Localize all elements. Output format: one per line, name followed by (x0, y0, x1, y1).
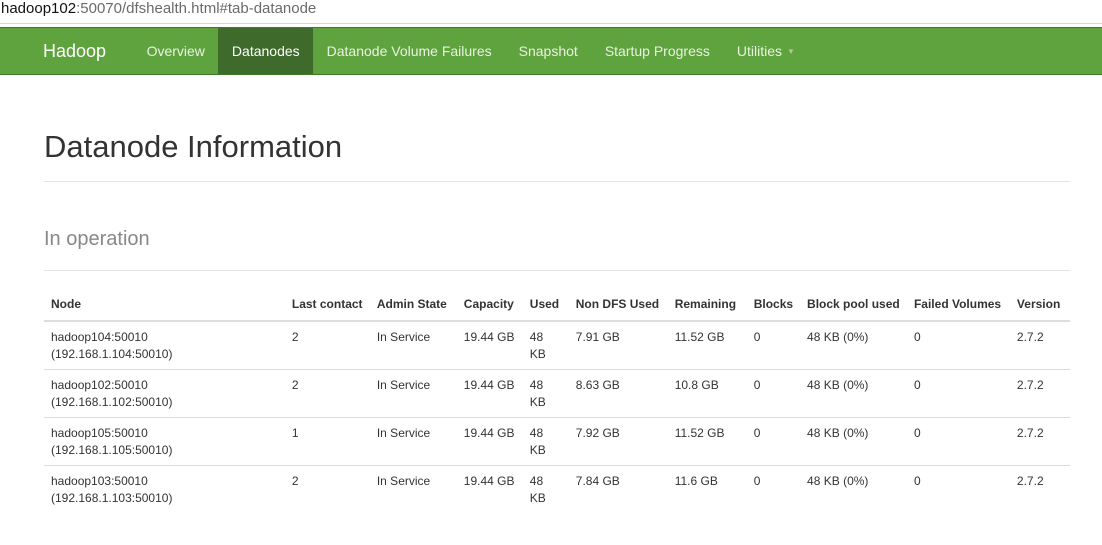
col-header-capacity: Capacity (456, 293, 523, 322)
cell-node: hadoop102:50010 (192.168.1.102:50010) (44, 369, 285, 418)
cell-admin-state: In Service (369, 465, 457, 513)
cell-blocks: 0 (746, 369, 801, 418)
table-row: hadoop104:50010 (192.168.1.104:50010) 2 I… (44, 321, 1070, 370)
cell-remaining: 11.52 GB (674, 330, 725, 344)
top-navbar: Hadoop Overview Datanodes Datanode Volum… (0, 27, 1102, 75)
col-header-non-dfs-used: Non DFS Used (568, 293, 668, 322)
col-header-admin-state: Admin State (369, 293, 457, 322)
cell-blocks: 0 (753, 330, 761, 344)
cell-admin-state: In Service (376, 330, 431, 344)
cell-last-contact: 2 (284, 465, 370, 513)
cell-capacity: 19.44 GB (463, 330, 515, 344)
cell-last-contact: 1 (284, 417, 370, 466)
brand-logo[interactable]: Hadoop (0, 28, 133, 74)
table-header-row: Node Last contact Admin State Capacity U… (44, 293, 1070, 322)
nav-startup-progress[interactable]: Startup Progress (591, 28, 723, 74)
node-name: hadoop105:50010 (51, 426, 148, 440)
nav-snapshot[interactable]: Snapshot (505, 28, 591, 74)
cell-capacity: 19.44 GB (456, 465, 523, 513)
node-name: hadoop102:50010 (51, 378, 148, 392)
caret-down-icon: ▼ (787, 47, 795, 56)
nav-utilities-label: Utilities (736, 43, 782, 59)
cell-non-dfs-used: 7.92 GB (568, 417, 668, 466)
nav-datanode-volume-failures[interactable]: Datanode Volume Failures (313, 28, 505, 74)
page-title: Datanode Information (44, 129, 343, 164)
cell-failed-volumes: 0 (906, 465, 1010, 513)
col-header-used: Used (522, 293, 569, 322)
cell-used: 48 KB (522, 417, 569, 466)
cell-version: 2.7.2 (1009, 417, 1070, 466)
col-header-block-pool-used: Block pool used (800, 293, 907, 322)
cell-failed-volumes: 0 (906, 369, 1010, 418)
main-content: Datanode Information In operation Node L… (44, 75, 1070, 513)
col-header-version: Version (1009, 293, 1070, 322)
node-ip: (192.168.1.105:50010) (51, 443, 173, 457)
cell-used: 48 KB (529, 330, 546, 361)
section-title-in-operation: In operation (44, 228, 150, 250)
cell-capacity: 19.44 GB (456, 417, 523, 466)
col-header-node: Node (44, 293, 285, 322)
nav-overview[interactable]: Overview (133, 28, 218, 74)
cell-remaining: 11.52 GB (667, 417, 747, 466)
node-name: hadoop104:50010 (51, 330, 148, 344)
cell-version: 2.7.2 (1009, 369, 1070, 418)
cell-failed-volumes: 0 (913, 330, 921, 344)
col-header-blocks: Blocks (746, 293, 801, 322)
cell-version: 2.7.2 (1016, 330, 1044, 344)
node-ip: (192.168.1.102:50010) (51, 395, 173, 409)
section-divider (44, 270, 1070, 271)
cell-used: 48 KB (522, 465, 569, 513)
node-ip: (192.168.1.103:50010) (51, 491, 173, 505)
cell-admin-state: In Service (369, 417, 457, 466)
cell-non-dfs-used: 7.84 GB (568, 465, 668, 513)
cell-block-pool-used: 48 KB (0%) (800, 369, 907, 418)
cell-version: 2.7.2 (1009, 465, 1070, 513)
cell-blocks: 0 (746, 417, 801, 466)
node-name: hadoop103:50010 (51, 474, 148, 488)
cell-non-dfs-used: 7.91 GB (575, 330, 620, 344)
cell-used: 48 KB (522, 369, 569, 418)
col-header-last-contact: Last contact (284, 293, 370, 322)
cell-non-dfs-used: 8.63 GB (568, 369, 668, 418)
cell-last-contact: 2 (291, 330, 299, 344)
cell-blocks: 0 (746, 465, 801, 513)
cell-block-pool-used: 48 KB (0%) (807, 330, 869, 344)
nav-datanodes[interactable]: Datanodes (218, 28, 314, 74)
table-row: hadoop103:50010 (192.168.1.103:50010) 2 I… (44, 465, 1070, 513)
cell-capacity: 19.44 GB (456, 369, 523, 418)
cell-node: hadoop105:50010 (192.168.1.105:50010) (44, 417, 285, 466)
cell-admin-state: In Service (369, 369, 457, 418)
col-header-remaining: Remaining (667, 293, 747, 322)
col-header-failed-volumes: Failed Volumes (906, 293, 1010, 322)
table-row: hadoop105:50010 (192.168.1.105:50010) 1 I… (44, 417, 1070, 466)
cell-node: hadoop103:50010 (192.168.1.103:50010) (44, 465, 285, 513)
cell-block-pool-used: 48 KB (0%) (800, 417, 907, 466)
datanode-table: Node Last contact Admin State Capacity U… (44, 293, 1070, 513)
node-ip: (192.168.1.104:50010) (51, 347, 173, 361)
cell-block-pool-used: 48 KB (0%) (800, 465, 907, 513)
address-path: :50070/dfshealth.html#tab-datanode (76, 0, 317, 17)
address-host: hadoop102 (1, 0, 77, 17)
cell-failed-volumes: 0 (906, 417, 1010, 466)
cell-node: hadoop104:50010 (192.168.1.104:50010) (44, 321, 285, 370)
nav-utilities-dropdown[interactable]: Utilities ▼ (723, 28, 808, 74)
cell-remaining: 11.6 GB (667, 465, 747, 513)
cell-last-contact: 2 (284, 369, 370, 418)
cell-remaining: 10.8 GB (667, 369, 747, 418)
address-bar[interactable]: hadoop102:50070/dfshealth.html#tab-datan… (0, 0, 1102, 24)
table-row: hadoop102:50010 (192.168.1.102:50010) 2 I… (44, 369, 1070, 418)
